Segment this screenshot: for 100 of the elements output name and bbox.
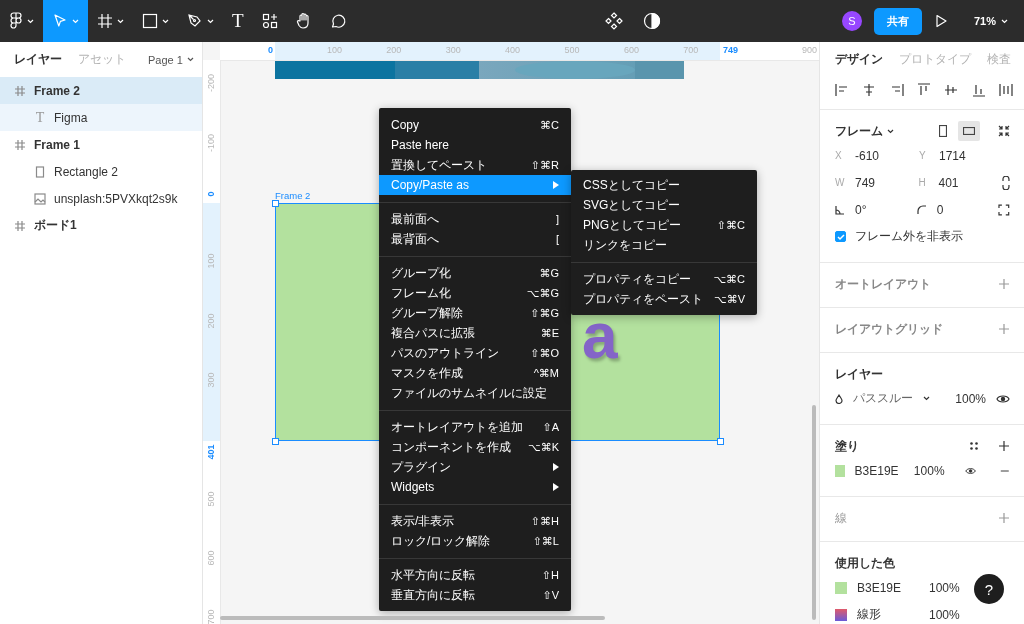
corners-icon[interactable] — [998, 203, 1010, 216]
menu-item[interactable]: 置換してペースト ⇧⌘R — [379, 155, 571, 175]
selection-handle[interactable] — [272, 200, 279, 207]
panel-tab[interactable]: レイヤー — [14, 51, 62, 68]
layer-item[interactable]: Rectangle 2 — [0, 158, 202, 185]
menu-item[interactable]: プラグイン — [379, 457, 571, 477]
menu-item[interactable]: 最前面へ ] — [379, 209, 571, 229]
menu-item[interactable]: 表示/非表示 ⇧⌘H — [379, 511, 571, 531]
layer-item[interactable]: Frame 2 — [0, 77, 202, 104]
menu-item[interactable]: SVGとしてコピー — [571, 195, 757, 215]
shortcut-text: ⌥⌘K — [527, 440, 559, 454]
user-avatar[interactable]: S — [841, 11, 862, 31]
page-dropdown[interactable]: Page 1 — [142, 52, 200, 67]
menu-item[interactable]: ファイルのサムネイルに設定 — [379, 383, 571, 403]
align-distribute-icon[interactable] — [997, 82, 1014, 98]
menu-item[interactable]: ロック/ロック解除 ⇧⌘L — [379, 531, 571, 551]
menu-item[interactable]: グループ解除 ⇧⌘G — [379, 303, 571, 323]
shortcut-text: ⇧⌘O — [529, 346, 559, 360]
blend-mode-dropdown[interactable]: パススルー — [853, 390, 913, 407]
ruler-label: 500 — [563, 45, 581, 55]
checkbox[interactable] — [835, 231, 846, 242]
number-field[interactable]: 401 — [938, 175, 959, 190]
menu-item[interactable]: Paste here — [379, 135, 571, 155]
layer-item[interactable]: unsplash:5PVXkqt2s9k — [0, 185, 202, 212]
menu-item[interactable]: コンポーネントを作成 ⌥⌘K — [379, 437, 571, 457]
scrollbar[interactable] — [220, 616, 605, 620]
align-vcenter-icon[interactable] — [943, 82, 960, 98]
number-field[interactable]: 0° — [855, 202, 867, 217]
menu-item[interactable]: CSSとしてコピー — [571, 175, 757, 195]
menu-item[interactable]: 垂直方向に反転 ⇧V — [379, 585, 571, 605]
align-top-icon[interactable] — [916, 82, 932, 98]
menu-item[interactable]: 水平方向に反転 ⇧H — [379, 565, 571, 585]
caret-icon — [117, 18, 124, 24]
selection-handle[interactable] — [272, 438, 279, 445]
menu-item[interactable]: オートレイアウトを追加 ⇧A — [379, 417, 571, 437]
eye-icon[interactable] — [996, 393, 1010, 404]
menu-item[interactable]: プロパティをコピー ⌥⌘C — [571, 269, 757, 289]
play-icon[interactable] — [933, 14, 948, 28]
menu-item[interactable]: グループ化 ⌘G — [379, 263, 571, 283]
layer-item[interactable]: Frame 1 — [0, 131, 202, 158]
menu-item-label: SVGとしてコピー — [583, 196, 681, 214]
selection-handle[interactable] — [717, 438, 724, 445]
field-label: W — [835, 177, 845, 188]
menu-item[interactable]: Widgets — [379, 477, 571, 497]
resize-to-fit-icon[interactable] — [998, 125, 1010, 137]
section-title[interactable]: オートレイアウト — [835, 275, 931, 293]
color-swatch[interactable] — [835, 464, 845, 477]
ruler-label: -100 — [206, 132, 216, 154]
link-icon[interactable] — [1002, 175, 1010, 190]
layer-item[interactable]: ボード1 — [0, 212, 202, 239]
opacity-field[interactable]: 100% — [955, 391, 986, 406]
field-label: Y — [919, 150, 927, 161]
opacity-field[interactable]: 100% — [913, 463, 945, 478]
menu-item-label: グループ化 — [391, 264, 451, 282]
layer-item[interactable]: T Figma — [0, 104, 202, 131]
shortcut-text: ⌥⌘V — [713, 292, 745, 306]
menu-item-label: Widgets — [391, 480, 435, 494]
panel-tab[interactable]: デザイン — [835, 51, 883, 68]
shortcut-text: ⇧⌘G — [529, 306, 559, 320]
menu-item-label: ロック/ロック解除 — [391, 532, 491, 550]
menu-item[interactable]: Copy ⌘C — [379, 115, 571, 135]
comment-icon — [329, 13, 346, 29]
tool-button[interactable]: T — [223, 0, 253, 42]
number-field[interactable]: 749 — [855, 175, 876, 190]
style-dots-icon[interactable] — [970, 442, 978, 450]
layer-name: Frame 1 — [34, 137, 81, 152]
menu-item-label: プラグイン — [391, 458, 451, 476]
opacity-value: 100% — [929, 580, 960, 595]
rectangle-icon — [34, 165, 46, 178]
zoom-dropdown[interactable]: 71% — [967, 14, 1014, 28]
menu-item-label: グループ解除 — [391, 304, 463, 322]
menu-item-label: 置換してペースト — [391, 156, 487, 174]
gradient-swatch[interactable] — [835, 608, 847, 621]
menu-item[interactable]: リンクをコピー — [571, 235, 757, 255]
scrollbar[interactable] — [812, 405, 816, 620]
color-swatch[interactable] — [835, 581, 847, 594]
menu-item[interactable]: フレーム化 ⌥⌘G — [379, 283, 571, 303]
menu-item[interactable]: 最背面へ [ — [379, 229, 571, 249]
menu-item-label: 表示/非表示 — [391, 512, 455, 530]
menu-item[interactable]: 複合パスに拡張 ⌘E — [379, 323, 571, 343]
plus-icon[interactable] — [998, 440, 1010, 452]
section-title[interactable]: フレーム — [835, 122, 883, 140]
section-title: レイヤー — [835, 365, 883, 383]
menu-item-label: マスクを作成 — [391, 364, 463, 382]
eye-icon[interactable] — [964, 465, 976, 476]
help-button[interactable]: ? — [974, 574, 1004, 604]
ruler-label: 300 — [206, 371, 216, 390]
field-label: H — [918, 177, 927, 188]
number-field[interactable]: 0 — [936, 202, 944, 217]
menu-item[interactable]: パスのアウトライン ⇧⌘O — [379, 343, 571, 363]
section-title[interactable]: レイアウトグリッド — [835, 320, 943, 338]
align-bottom-icon[interactable] — [970, 82, 987, 98]
number-field[interactable]: 1714 — [939, 148, 966, 163]
ruler-label: 600 — [622, 45, 640, 55]
align-left-icon[interactable] — [834, 82, 850, 98]
number-field[interactable]: -610 — [855, 148, 880, 163]
hex-field[interactable]: B3E19E — [854, 463, 904, 478]
menu-item[interactable]: PNGとしてコピー ⇧⌘C — [571, 215, 757, 235]
menu-item[interactable]: マスクを作成 ^⌘M — [379, 363, 571, 383]
landscape-button[interactable] — [958, 121, 980, 141]
